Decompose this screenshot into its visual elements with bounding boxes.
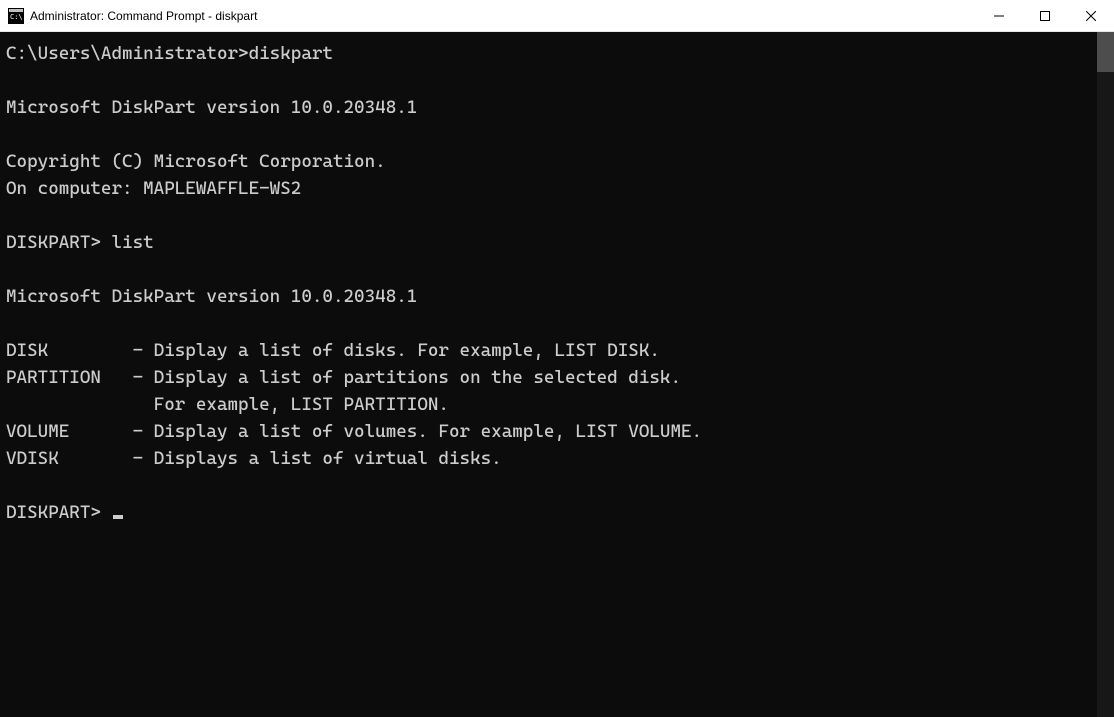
help-vdisk: VDISK - Displays a list of virtual disks… xyxy=(6,448,502,469)
copyright-line: Copyright (C) Microsoft Corporation. xyxy=(6,151,386,172)
cursor-icon xyxy=(113,515,123,519)
computer-line: On computer: MAPLEWAFFLE-WS2 xyxy=(6,178,301,199)
close-button[interactable] xyxy=(1068,0,1114,31)
help-partition: PARTITION - Display a list of partitions… xyxy=(6,367,681,388)
maximize-button[interactable] xyxy=(1022,0,1068,31)
version-line: Microsoft DiskPart version 10.0.20348.1 xyxy=(6,286,417,307)
diskpart-prompt-current: DISKPART> xyxy=(6,502,111,523)
client-area: C:\Users\Administrator>diskpart Microsof… xyxy=(0,32,1114,717)
minimize-button[interactable] xyxy=(976,0,1022,31)
prompt-command: diskpart xyxy=(249,43,333,64)
diskpart-prompt: DISKPART> xyxy=(6,232,111,253)
svg-text:C:\: C:\ xyxy=(10,13,23,21)
window-title: Administrator: Command Prompt - diskpart xyxy=(30,9,976,23)
help-disk: DISK - Display a list of disks. For exam… xyxy=(6,340,660,361)
cmd-icon: C:\ xyxy=(8,8,24,24)
prompt-line-1: C:\Users\Administrator>diskpart xyxy=(6,43,333,64)
vertical-scrollbar[interactable] xyxy=(1097,32,1114,717)
window: C:\ Administrator: Command Prompt - disk… xyxy=(0,0,1114,717)
title-bar[interactable]: C:\ Administrator: Command Prompt - disk… xyxy=(0,0,1114,32)
help-volume: VOLUME - Display a list of volumes. For … xyxy=(6,421,702,442)
version-line: Microsoft DiskPart version 10.0.20348.1 xyxy=(6,97,417,118)
prompt-command: list xyxy=(111,232,153,253)
help-partition-cont: For example, LIST PARTITION. xyxy=(6,394,449,415)
terminal-output[interactable]: C:\Users\Administrator>diskpart Microsof… xyxy=(0,32,1097,717)
scrollbar-thumb[interactable] xyxy=(1097,32,1114,72)
prompt-line-2: DISKPART> list xyxy=(6,232,154,253)
title-buttons xyxy=(976,0,1114,31)
prompt-path: C:\Users\Administrator> xyxy=(6,43,249,64)
